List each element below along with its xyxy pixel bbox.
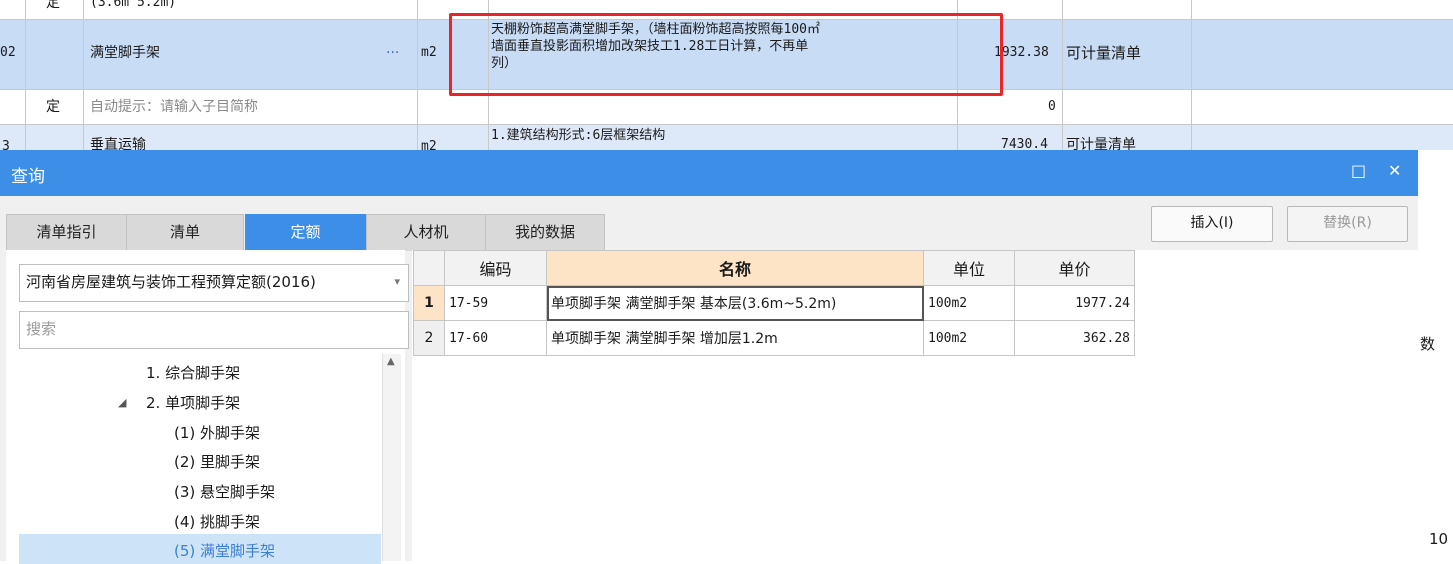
- tree-item-2-1[interactable]: (1) 外脚手架: [174, 423, 260, 443]
- right-edge-fragment-1: 数: [1420, 335, 1436, 353]
- table-row[interactable]: 2 17-60 单项脚手架 满堂脚手架 增加层1.2m 100m2 362.28: [413, 320, 1135, 356]
- header-name[interactable]: 名称: [546, 250, 924, 286]
- quota-select[interactable]: 河南省房屋建筑与装饰工程预算定额(2016) ▾: [19, 264, 409, 302]
- tab-material[interactable]: 人材机: [366, 214, 486, 251]
- tree-item-1[interactable]: 1. 综合脚手架: [146, 363, 240, 383]
- cell-unit[interactable]: 100m2: [923, 320, 1015, 356]
- cell-name[interactable]: 单项脚手架 满堂脚手架 增加层1.2m: [546, 320, 924, 356]
- quota-select-value: 河南省房屋建筑与装饰工程预算定额(2016): [26, 273, 316, 291]
- table-header-row: 编码 名称 单位 单价: [413, 250, 1135, 286]
- cell-name[interactable]: 单项脚手架 满堂脚手架 基本层(3.6m~5.2m): [546, 285, 924, 321]
- row1-unit: m2: [421, 45, 437, 60]
- row1-name[interactable]: 满堂脚手架: [90, 44, 160, 62]
- tree-item-2[interactable]: 2. 单项脚手架: [146, 393, 240, 413]
- replace-button[interactable]: 替换(R): [1287, 206, 1408, 242]
- quota-table: 编码 名称 单位 单价 1 17-59 单项脚手架 满堂脚手架 基本层(3.6m…: [413, 250, 1135, 356]
- close-icon[interactable]: ✕: [1388, 161, 1401, 180]
- dialog-title: 查询: [11, 167, 45, 187]
- right-edge-panel: [1418, 230, 1453, 561]
- right-edge-fragment-2: 10: [1429, 530, 1449, 548]
- row-number: 2: [413, 320, 445, 356]
- header-price[interactable]: 单价: [1014, 250, 1135, 286]
- row2-hint[interactable]: 自动提示：请输入子目简称: [90, 98, 258, 116]
- search-input[interactable]: 搜索: [19, 311, 409, 349]
- scroll-up-icon[interactable]: ▲: [387, 356, 395, 367]
- row1-id: 02: [0, 45, 16, 60]
- cell-price[interactable]: 362.28: [1014, 320, 1135, 356]
- chevron-down-icon[interactable]: ▾: [394, 265, 400, 299]
- more-button[interactable]: ···: [386, 44, 399, 62]
- cell-price[interactable]: 1977.24: [1014, 285, 1135, 321]
- cell-code[interactable]: 17-60: [444, 320, 547, 356]
- tree-item-2-4[interactable]: (4) 挑脚手架: [174, 512, 260, 532]
- cell-unit[interactable]: 100m2: [923, 285, 1015, 321]
- red-highlight-box: [449, 13, 1003, 96]
- row-number: 1: [413, 285, 445, 321]
- row1-label: 可计量清单: [1066, 44, 1142, 62]
- tree-item-2-3[interactable]: (3) 悬空脚手架: [174, 482, 275, 502]
- tree-item-2-5[interactable]: (5) 满堂脚手架: [174, 541, 275, 561]
- tree-collapse-icon[interactable]: ◢: [118, 393, 126, 413]
- row2-value: 0: [1048, 99, 1056, 114]
- background-spreadsheet: 定 (3.6m 5.2m) 02 满堂脚手架 ··· m2 天棚粉饰超高满堂脚手…: [0, 0, 1453, 154]
- tab-my-data[interactable]: 我的数据: [485, 214, 605, 251]
- tab-quota[interactable]: 定额: [245, 214, 366, 251]
- tab-bill[interactable]: 清单: [126, 214, 244, 251]
- table-row[interactable]: 1 17-59 单项脚手架 满堂脚手架 基本层(3.6m~5.2m) 100m2…: [413, 285, 1135, 321]
- header-unit[interactable]: 单位: [923, 250, 1015, 286]
- query-dialog: 查询 □ ✕ 清单指引 清单 定额 人材机 我的数据 插入(I) 替换(R) 河…: [0, 150, 1453, 564]
- dialog-titlebar[interactable]: 查询 □ ✕: [0, 150, 1418, 196]
- insert-button[interactable]: 插入(I): [1151, 206, 1273, 242]
- row0-type: 定: [46, 0, 60, 11]
- row-highlight: [0, 125, 1453, 150]
- row2-type: 定: [46, 99, 60, 115]
- tree-item-2-2[interactable]: (2) 里脚手架: [174, 452, 260, 472]
- row3-desc: 1.建筑结构形式:6层框架结构: [491, 128, 666, 143]
- tree-scrollbar[interactable]: ▲: [382, 354, 401, 561]
- header-code[interactable]: 编码: [444, 250, 547, 286]
- row-number-header: [413, 250, 445, 286]
- cell-code[interactable]: 17-59: [444, 285, 547, 321]
- maximize-icon[interactable]: □: [1351, 161, 1366, 180]
- tab-bill-guide[interactable]: 清单指引: [6, 214, 127, 251]
- row0-desc: (3.6m 5.2m): [90, 0, 177, 10]
